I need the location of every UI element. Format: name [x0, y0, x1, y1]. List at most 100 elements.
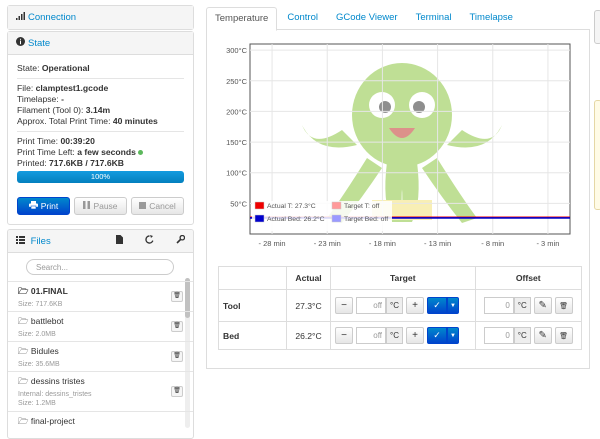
pause-button[interactable]: Pause [74, 197, 127, 215]
tab-terminal[interactable]: Terminal [408, 7, 460, 30]
delete-button[interactable]: 🗑 [171, 351, 183, 362]
divider [17, 78, 184, 79]
x-tick-label: - 28 min [259, 239, 286, 248]
target-input[interactable]: off [356, 327, 386, 344]
files-title[interactable]: Files [16, 235, 51, 247]
offset-input[interactable]: 0 [483, 297, 514, 314]
legend-label: Actual Bed: 26.2°C [267, 215, 325, 223]
delete-offset-button[interactable]: 🗑 [554, 297, 573, 314]
timelapse-line: Timelapse: - [17, 94, 64, 104]
legend-swatch [331, 201, 342, 210]
connection-panel: Connection [7, 5, 194, 30]
temperature-chart-svg: 300°C 250°C 200°C 150°C 100°C 50°C - 28 min - 2… [226, 43, 571, 248]
signal-icon [16, 12, 25, 23]
tab-bar: Temperature Control GCode Viewer Termina… [206, 7, 590, 31]
edit-offset-button[interactable]: ✎ [533, 327, 552, 344]
delete-button[interactable]: 🗑 [171, 386, 183, 397]
progress-fill: 100% [17, 171, 184, 183]
temperature-table: Actual Target Offset Tool 27.3°C − off °… [218, 266, 583, 350]
print-controls: Print Pause Cancel [17, 197, 184, 215]
file-list: 🗁 01.FINAL Size: 717.6KB 🗑 🗁 battlebot S… [8, 281, 193, 438]
state-value: Operational [41, 63, 90, 73]
file-value: clamptest1.gcode [35, 83, 109, 93]
file-list-item[interactable]: 🗁 01.FINAL Size: 717.6KB 🗑 [8, 281, 193, 311]
offset-cell: 0 °C ✎ 🗑 [474, 321, 583, 350]
check-icon: ✓ [433, 330, 441, 340]
set-target-button[interactable]: ✓ [426, 297, 447, 314]
temperature-chart: 300°C 250°C 200°C 150°C 100°C 50°C - 28 min - 2… [217, 40, 577, 260]
target-cell: − off °C + ✓ ▼ [330, 321, 476, 350]
set-target-button[interactable]: ✓ [426, 327, 447, 344]
print-progress-bar: 100% [17, 171, 184, 183]
file-list-item[interactable]: 🗁 dessins tristes Internal: dessins_tris… [8, 371, 193, 411]
connection-header[interactable]: Connection [8, 6, 193, 29]
target-dropdown-button[interactable]: ▼ [446, 327, 459, 344]
target-input[interactable]: off [356, 297, 386, 314]
files-header: Files [8, 230, 193, 253]
printed-line: Printed: 717.6KB / 717.6KB [17, 158, 125, 168]
tab-gcode-viewer[interactable]: GCode Viewer [328, 7, 406, 30]
decrease-target-button[interactable]: − [335, 297, 353, 314]
temperature-tab-content: 300°C 250°C 200°C 150°C 100°C 50°C - 28 min - 2… [206, 30, 590, 369]
state-label: State [28, 37, 51, 49]
wrench-icon[interactable] [176, 234, 186, 247]
state-header[interactable]: State [8, 32, 193, 55]
actual-temp: 26.2°C [286, 321, 331, 350]
pencil-icon: ✎ [538, 300, 547, 311]
file-list-item[interactable]: 🗁 final-project [8, 411, 193, 438]
files-panel: Files Search... 🗁 01.FINAL Size: 717.6KB… [7, 229, 194, 439]
new-file-icon[interactable] [116, 235, 123, 247]
row-label: Tool [218, 289, 287, 322]
side-notification-edge [594, 100, 600, 210]
offset-input[interactable]: 0 [483, 327, 514, 344]
tab-control[interactable]: Control [279, 7, 326, 30]
caret-down-icon: ▼ [450, 332, 456, 339]
pause-icon [83, 200, 91, 212]
delete-button[interactable]: 🗑 [171, 291, 183, 302]
cancel-button[interactable]: Cancel [131, 197, 184, 215]
tab-temperature[interactable]: Temperature [206, 7, 278, 31]
increase-target-button[interactable]: + [405, 327, 424, 344]
legend-swatch [254, 214, 265, 223]
trash-icon: 🗑 [173, 353, 181, 359]
trash-icon: 🗑 [559, 332, 569, 340]
stop-icon [139, 201, 147, 212]
target-dropdown-button[interactable]: ▼ [446, 297, 459, 314]
filament-value: 3.14m [85, 105, 111, 115]
decrease-target-button[interactable]: − [335, 327, 353, 344]
print-time-line: Print Time: 00:39:20 [17, 136, 95, 146]
print-button[interactable]: Print [17, 197, 70, 215]
offset-cell: 0 °C ✎ 🗑 [474, 289, 583, 322]
edit-offset-button[interactable]: ✎ [533, 297, 552, 314]
table-header: Offset [474, 266, 583, 290]
y-tick-label: 200°C [226, 107, 248, 116]
x-tick-label: - 18 min [369, 239, 396, 248]
unit-label: °C [386, 297, 403, 314]
status-dot-icon [138, 150, 144, 156]
filament-line: Filament (Tool 0): 3.14m [17, 105, 111, 115]
y-tick-label: 50°C [230, 199, 247, 208]
table-header [218, 266, 287, 290]
table-header-row: Actual Target Offset [218, 266, 583, 290]
approx-time-line: Approx. Total Print Time: 40 minutes [17, 116, 158, 126]
state-line: State: Operational [17, 63, 90, 73]
legend-label: Target Bed: off [344, 216, 388, 223]
connection-label: Connection [28, 12, 77, 23]
delete-button[interactable]: 🗑 [171, 321, 183, 332]
list-icon [16, 235, 28, 247]
file-list-item[interactable]: 🗁 battlebot Size: 2.0MB 🗑 [8, 311, 193, 341]
folder-icon: 🗁 [18, 286, 29, 296]
file-search-input[interactable]: Search... [26, 259, 174, 275]
increase-target-button[interactable]: + [405, 297, 424, 314]
tab-timelapse[interactable]: Timelapse [461, 7, 520, 30]
file-list-item[interactable]: 🗁 Bidules Size: 35.6MB 🗑 [8, 341, 193, 371]
refresh-icon[interactable] [145, 235, 154, 247]
check-icon: ✓ [433, 300, 441, 310]
info-icon [16, 37, 25, 49]
table-header: Actual [286, 266, 331, 290]
x-tick-label: - 8 min [481, 239, 504, 248]
folder-icon: 🗁 [18, 376, 29, 386]
delete-offset-button[interactable]: 🗑 [554, 327, 573, 344]
unit-label: °C [386, 327, 403, 344]
folder-icon: 🗁 [18, 346, 29, 356]
